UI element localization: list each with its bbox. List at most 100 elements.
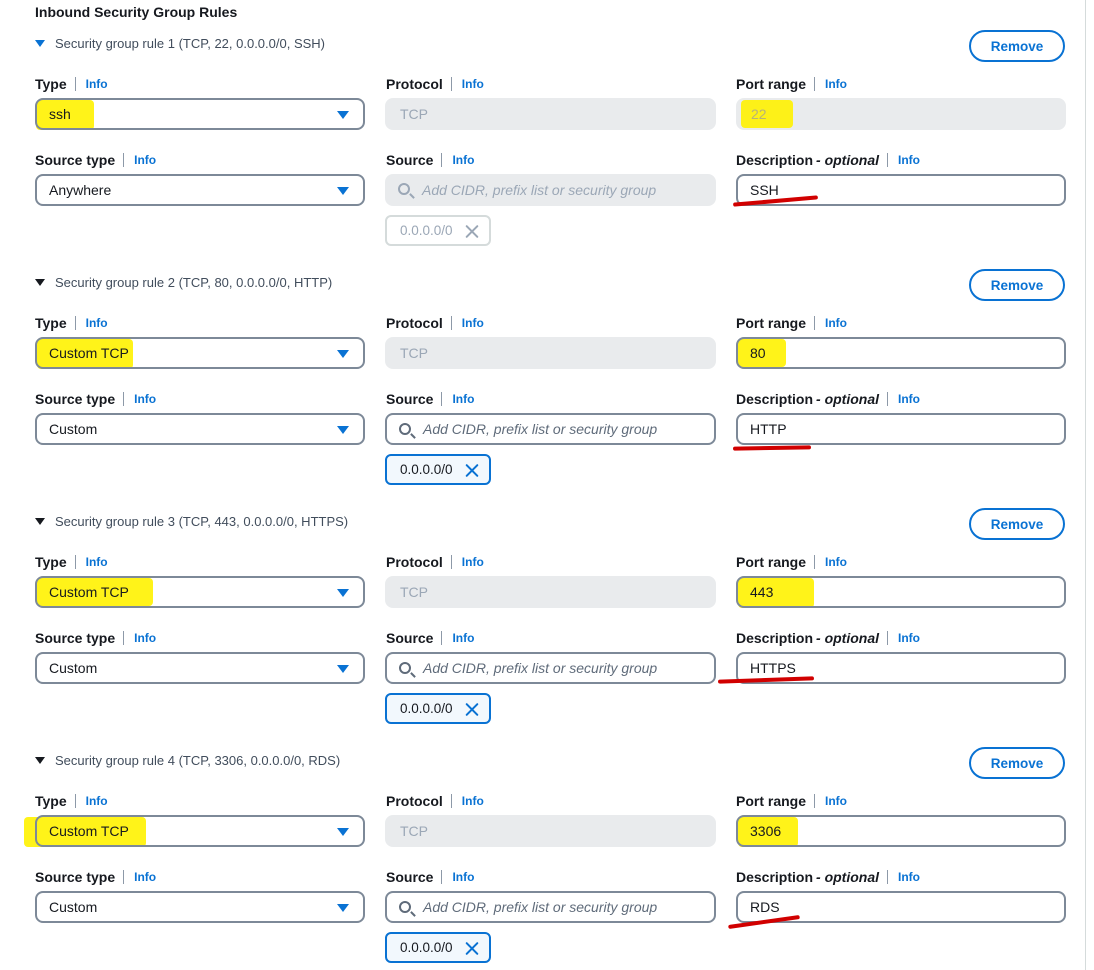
source-type-info-link[interactable]: Info <box>134 392 156 406</box>
port-range-value: 80 <box>750 345 766 361</box>
source-type-info-link[interactable]: Info <box>134 870 156 884</box>
close-icon[interactable] <box>465 702 479 716</box>
security-group-rule: Security group rule 3 (TCP, 443, 0.0.0.0… <box>0 508 1080 747</box>
caret-down-icon <box>35 517 45 525</box>
description-info-link[interactable]: Info <box>898 153 920 167</box>
protocol-label: Protocol Info <box>386 792 484 810</box>
port-range-label-text: Port range <box>736 315 807 331</box>
type-select[interactable]: Custom TCP <box>35 815 365 847</box>
protocol-info-link[interactable]: Info <box>462 316 484 330</box>
description-label: Description - optional Info <box>736 390 920 408</box>
source-type-select[interactable]: Custom <box>35 413 365 445</box>
source-placeholder: Add CIDR, prefix list or security group <box>423 899 658 915</box>
protocol-info-link[interactable]: Info <box>462 77 484 91</box>
type-select[interactable]: ssh <box>35 98 365 130</box>
remove-button[interactable]: Remove <box>969 747 1065 779</box>
protocol-info-link[interactable]: Info <box>462 555 484 569</box>
port-range-info-link[interactable]: Info <box>825 77 847 91</box>
port-range-info-link[interactable]: Info <box>825 794 847 808</box>
source-label-text: Source <box>386 869 434 885</box>
source-info-link[interactable]: Info <box>452 870 474 884</box>
protocol-label-text: Protocol <box>386 554 443 570</box>
description-label: Description - optional Info <box>736 629 920 647</box>
source-type-select[interactable]: Anywhere <box>35 174 365 206</box>
type-select[interactable]: Custom TCP <box>35 576 365 608</box>
type-select[interactable]: Custom TCP <box>35 337 365 369</box>
search-icon <box>399 423 411 435</box>
source-info-link[interactable]: Info <box>452 153 474 167</box>
optional-text: - optional <box>816 391 880 407</box>
description-value: HTTP <box>750 421 787 437</box>
source-type-label-text: Source type <box>35 391 116 407</box>
port-range-label-text: Port range <box>736 793 807 809</box>
source-type-select[interactable]: Custom <box>35 891 365 923</box>
port-range-input[interactable]: 443 <box>736 576 1066 608</box>
search-icon <box>399 662 411 674</box>
port-range-info-link[interactable]: Info <box>825 555 847 569</box>
description-label-text: Description <box>736 152 814 168</box>
section-title: Inbound Security Group Rules <box>35 4 238 20</box>
type-label-text: Type <box>35 554 67 570</box>
source-token[interactable]: 0.0.0.0/0 <box>385 693 491 724</box>
description-label: Description - optional Info <box>736 151 920 169</box>
description-info-link[interactable]: Info <box>898 631 920 645</box>
source-token[interactable]: 0.0.0.0/0 <box>385 454 491 485</box>
port-range-value: 22 <box>751 106 767 122</box>
source-type-info-link[interactable]: Info <box>134 631 156 645</box>
source-type-value: Custom <box>49 660 98 676</box>
rule-header-text: Security group rule 3 (TCP, 443, 0.0.0.0… <box>55 513 349 529</box>
type-info-link[interactable]: Info <box>86 555 108 569</box>
port-range-label: Port range Info <box>736 314 847 332</box>
source-type-select[interactable]: Custom <box>35 652 365 684</box>
source-info-link[interactable]: Info <box>452 631 474 645</box>
port-range-input[interactable]: 3306 <box>736 815 1066 847</box>
type-info-link[interactable]: Info <box>86 794 108 808</box>
port-range-info-link[interactable]: Info <box>825 316 847 330</box>
remove-button[interactable]: Remove <box>969 508 1065 540</box>
token-value: 0.0.0.0/0 <box>400 462 453 477</box>
rule-header-text: Security group rule 4 (TCP, 3306, 0.0.0.… <box>55 752 341 768</box>
protocol-label: Protocol Info <box>386 314 484 332</box>
protocol-value: TCP <box>400 584 428 600</box>
close-icon[interactable] <box>465 463 479 477</box>
remove-button[interactable]: Remove <box>969 269 1065 301</box>
source-search-input[interactable]: Add CIDR, prefix list or security group <box>385 652 716 684</box>
description-info-link[interactable]: Info <box>898 870 920 884</box>
description-input[interactable]: HTTP <box>736 413 1066 445</box>
rule-header[interactable]: Security group rule 4 (TCP, 3306, 0.0.0.… <box>35 750 340 770</box>
port-range-label-text: Port range <box>736 76 807 92</box>
source-type-info-link[interactable]: Info <box>134 153 156 167</box>
protocol-label: Protocol Info <box>386 553 484 571</box>
source-search-input[interactable]: Add CIDR, prefix list or security group <box>385 891 716 923</box>
source-label: Source Info <box>386 390 474 408</box>
source-token[interactable]: 0.0.0.0/0 <box>385 932 491 963</box>
rule-header[interactable]: Security group rule 3 (TCP, 443, 0.0.0.0… <box>35 511 348 531</box>
close-icon[interactable] <box>465 941 479 955</box>
protocol-field: TCP <box>385 815 716 847</box>
security-group-rule: Security group rule 2 (TCP, 80, 0.0.0.0/… <box>0 269 1080 508</box>
page-border <box>1085 0 1086 970</box>
rule-header[interactable]: Security group rule 1 (TCP, 22, 0.0.0.0/… <box>35 33 325 53</box>
search-icon <box>399 901 411 913</box>
protocol-field: TCP <box>385 337 716 369</box>
source-label-text: Source <box>386 391 434 407</box>
port-range-label: Port range Info <box>736 792 847 810</box>
close-icon <box>465 224 479 238</box>
source-info-link[interactable]: Info <box>452 392 474 406</box>
source-label: Source Info <box>386 151 474 169</box>
protocol-info-link[interactable]: Info <box>462 794 484 808</box>
rule-header[interactable]: Security group rule 2 (TCP, 80, 0.0.0.0/… <box>35 272 332 292</box>
type-info-link[interactable]: Info <box>86 77 108 91</box>
remove-button[interactable]: Remove <box>969 30 1065 62</box>
type-label-text: Type <box>35 315 67 331</box>
type-label: Type Info <box>35 553 108 571</box>
type-label: Type Info <box>35 75 108 93</box>
port-range-input[interactable]: 80 <box>736 337 1066 369</box>
port-range-label: Port range Info <box>736 553 847 571</box>
source-search-input[interactable]: Add CIDR, prefix list or security group <box>385 413 716 445</box>
caret-down-icon <box>35 278 45 286</box>
port-range-label-text: Port range <box>736 554 807 570</box>
type-info-link[interactable]: Info <box>86 316 108 330</box>
chevron-down-icon <box>337 828 349 836</box>
description-info-link[interactable]: Info <box>898 392 920 406</box>
